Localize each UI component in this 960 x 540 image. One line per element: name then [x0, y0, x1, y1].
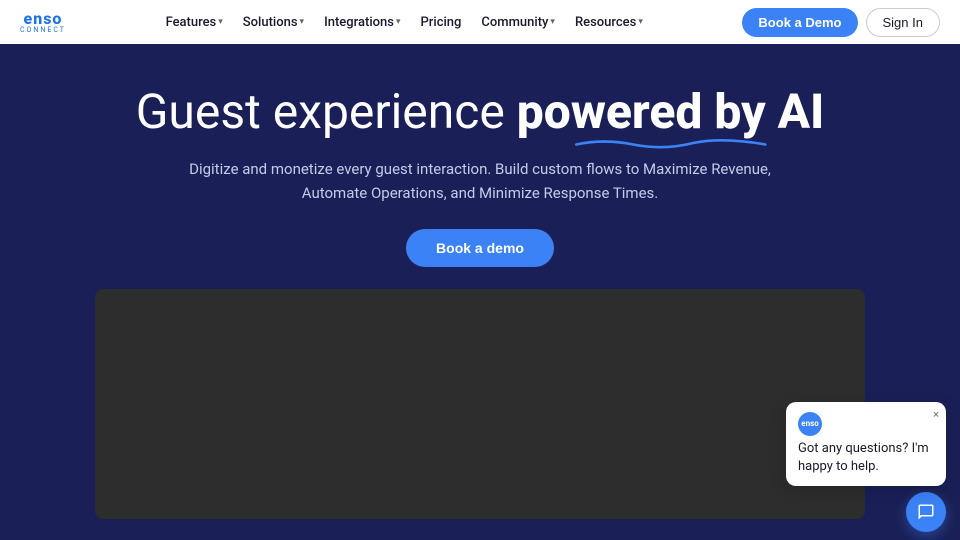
chevron-down-icon: ▾	[550, 17, 555, 27]
nav-item-pricing[interactable]: Pricing	[413, 11, 470, 34]
nav-item-community[interactable]: Community ▾	[473, 11, 563, 34]
avatar: enso	[798, 412, 822, 436]
navbar: enso connect Features ▾ Solutions ▾ Inte…	[0, 0, 960, 44]
nav-item-features[interactable]: Features ▾	[158, 11, 231, 34]
chevron-down-icon: ▾	[300, 17, 305, 27]
chevron-down-icon: ▾	[396, 17, 401, 27]
chat-open-button[interactable]	[906, 492, 946, 532]
close-icon[interactable]: ×	[933, 407, 939, 422]
nav-actions: Book a Demo Sign In	[742, 8, 940, 37]
nav-item-integrations[interactable]: Integrations ▾	[316, 11, 408, 34]
hero-title: Guest experience powered by AI	[20, 84, 940, 139]
nav-item-resources[interactable]: Resources ▾	[567, 11, 651, 34]
video-placeholder	[95, 289, 865, 519]
chevron-down-icon: ▾	[218, 17, 223, 27]
chat-icon	[917, 503, 935, 521]
chat-bubble: × enso Got any questions? I'm happy to h…	[786, 402, 946, 486]
sign-in-button[interactable]: Sign In	[866, 8, 940, 37]
nav-links: Features ▾ Solutions ▾ Integrations ▾ Pr…	[158, 11, 651, 34]
nav-item-solutions[interactable]: Solutions ▾	[235, 11, 312, 34]
chevron-down-icon: ▾	[638, 17, 643, 27]
hero-cta-button[interactable]: Book a demo	[406, 229, 554, 267]
logo[interactable]: enso connect	[20, 11, 66, 34]
chat-widget: × enso Got any questions? I'm happy to h…	[786, 402, 946, 532]
logo-sub: connect	[20, 27, 66, 34]
book-demo-button[interactable]: Book a Demo	[742, 8, 857, 37]
hero-description: Digitize and monetize every guest intera…	[180, 157, 780, 205]
chat-bubble-text: Got any questions? I'm happy to help.	[798, 441, 929, 474]
hero-title-bold: powered by AI	[517, 84, 825, 139]
chat-avatar-row: enso	[798, 412, 934, 436]
underline-decoration	[517, 137, 825, 149]
logo-text: enso	[24, 11, 63, 27]
